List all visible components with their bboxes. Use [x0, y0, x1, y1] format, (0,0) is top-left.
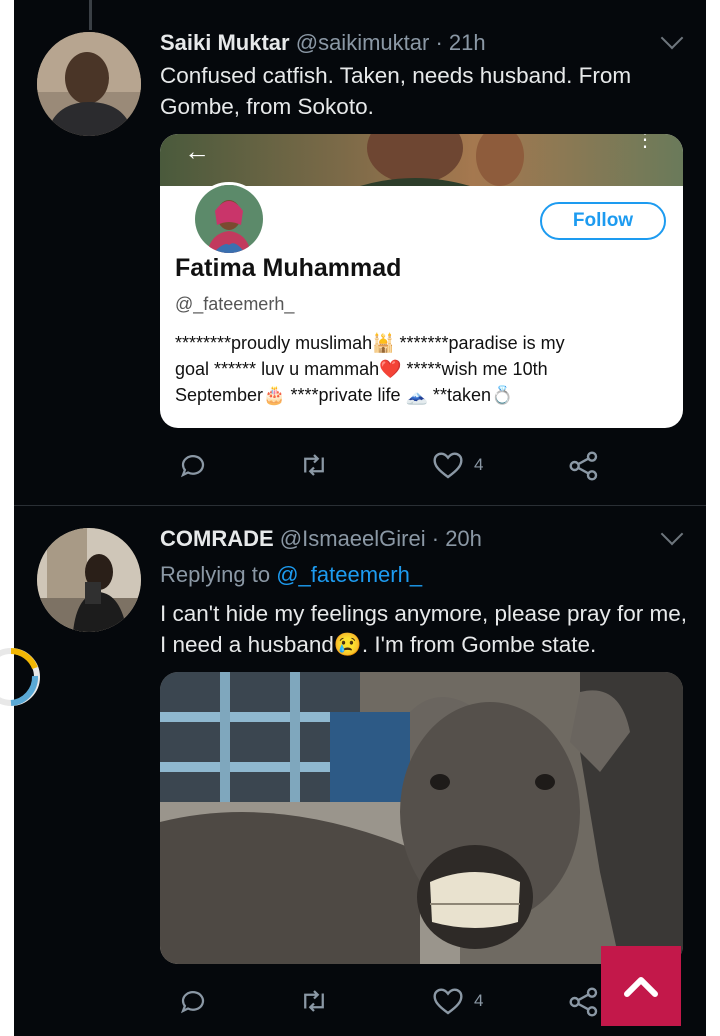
- avatar[interactable]: [37, 32, 141, 136]
- loading-spinner-icon: [0, 646, 42, 708]
- like-count: 4: [474, 455, 484, 474]
- tweet-text: Confused catfish. Taken, needs husband. …: [160, 63, 632, 119]
- like-button[interactable]: 4: [432, 450, 483, 480]
- chevron-up-icon: [624, 977, 658, 997]
- reply-button[interactable]: [178, 450, 218, 480]
- tweet-header: Saiki Muktar @saikimuktar · 21h: [160, 30, 486, 56]
- tweet-image[interactable]: [160, 672, 683, 964]
- retweet-icon: [304, 990, 324, 1012]
- share-button[interactable]: [568, 450, 600, 482]
- reply-button[interactable]: [178, 986, 218, 1016]
- timeline: Saiki Muktar @saikimuktar · 21h Confused…: [14, 0, 706, 1036]
- user-handle[interactable]: @IsmaeelGirei: [280, 526, 426, 551]
- chevron-down-icon[interactable]: [660, 26, 684, 50]
- bio-line: goal ****** luv u mammah❤️ *****wish me …: [175, 359, 548, 379]
- user-handle[interactable]: @saikimuktar: [296, 30, 430, 55]
- follow-button[interactable]: Follow: [540, 202, 666, 240]
- share-icon: [569, 987, 598, 1017]
- avatar[interactable]: [37, 528, 141, 632]
- display-name[interactable]: COMRADE: [160, 526, 274, 551]
- timestamp[interactable]: · 20h: [432, 526, 482, 551]
- tweet-text: I can't hide my feelings anymore, please…: [160, 601, 688, 657]
- retweet-icon: [304, 454, 324, 476]
- share-button[interactable]: [568, 986, 600, 1018]
- heart-icon: [433, 452, 463, 479]
- chevron-down-icon[interactable]: [660, 522, 684, 546]
- profile-card[interactable]: ← ⋮ Follow Fatima Muhammad @_fateemerh_ …: [160, 134, 683, 428]
- reply-icon: [180, 991, 205, 1014]
- tweet[interactable]: Saiki Muktar @saikimuktar · 21h Confused…: [14, 0, 706, 506]
- profile-avatar[interactable]: [192, 182, 266, 256]
- tweet-header: COMRADE @IsmaeelGirei · 20h: [160, 526, 482, 552]
- reply-icon: [180, 455, 205, 478]
- bio-line: ********proudly muslimah🕌 *******paradis…: [175, 333, 565, 353]
- like-button[interactable]: 4: [432, 986, 483, 1016]
- profile-banner: [160, 134, 683, 186]
- share-icon: [569, 451, 598, 481]
- replying-to-handle[interactable]: @_fateemerh_: [276, 562, 422, 587]
- scroll-to-top-button[interactable]: [601, 946, 681, 1026]
- profile-name: Fatima Muhammad: [175, 254, 402, 282]
- display-name[interactable]: Saiki Muktar: [160, 30, 290, 55]
- retweet-button[interactable]: [297, 986, 341, 1016]
- timestamp[interactable]: · 21h: [435, 30, 485, 55]
- tweet-actions: 4: [160, 450, 620, 486]
- more-options-icon[interactable]: ⋮: [635, 134, 655, 150]
- like-count: 4: [474, 991, 484, 1010]
- profile-handle: @_fateemerh_: [175, 294, 295, 314]
- replying-to: Replying to @_fateemerh_: [160, 562, 422, 588]
- replying-to-label: Replying to: [160, 562, 271, 587]
- heart-icon: [433, 988, 463, 1015]
- tweet-actions: 4: [160, 986, 620, 1022]
- retweet-button[interactable]: [297, 450, 341, 480]
- back-arrow-icon[interactable]: ←: [184, 136, 210, 167]
- profile-bio: ********proudly muslimah🕌 *******paradis…: [175, 330, 665, 408]
- bio-line: September🎂 ****private life 🗻 **taken💍: [175, 385, 514, 405]
